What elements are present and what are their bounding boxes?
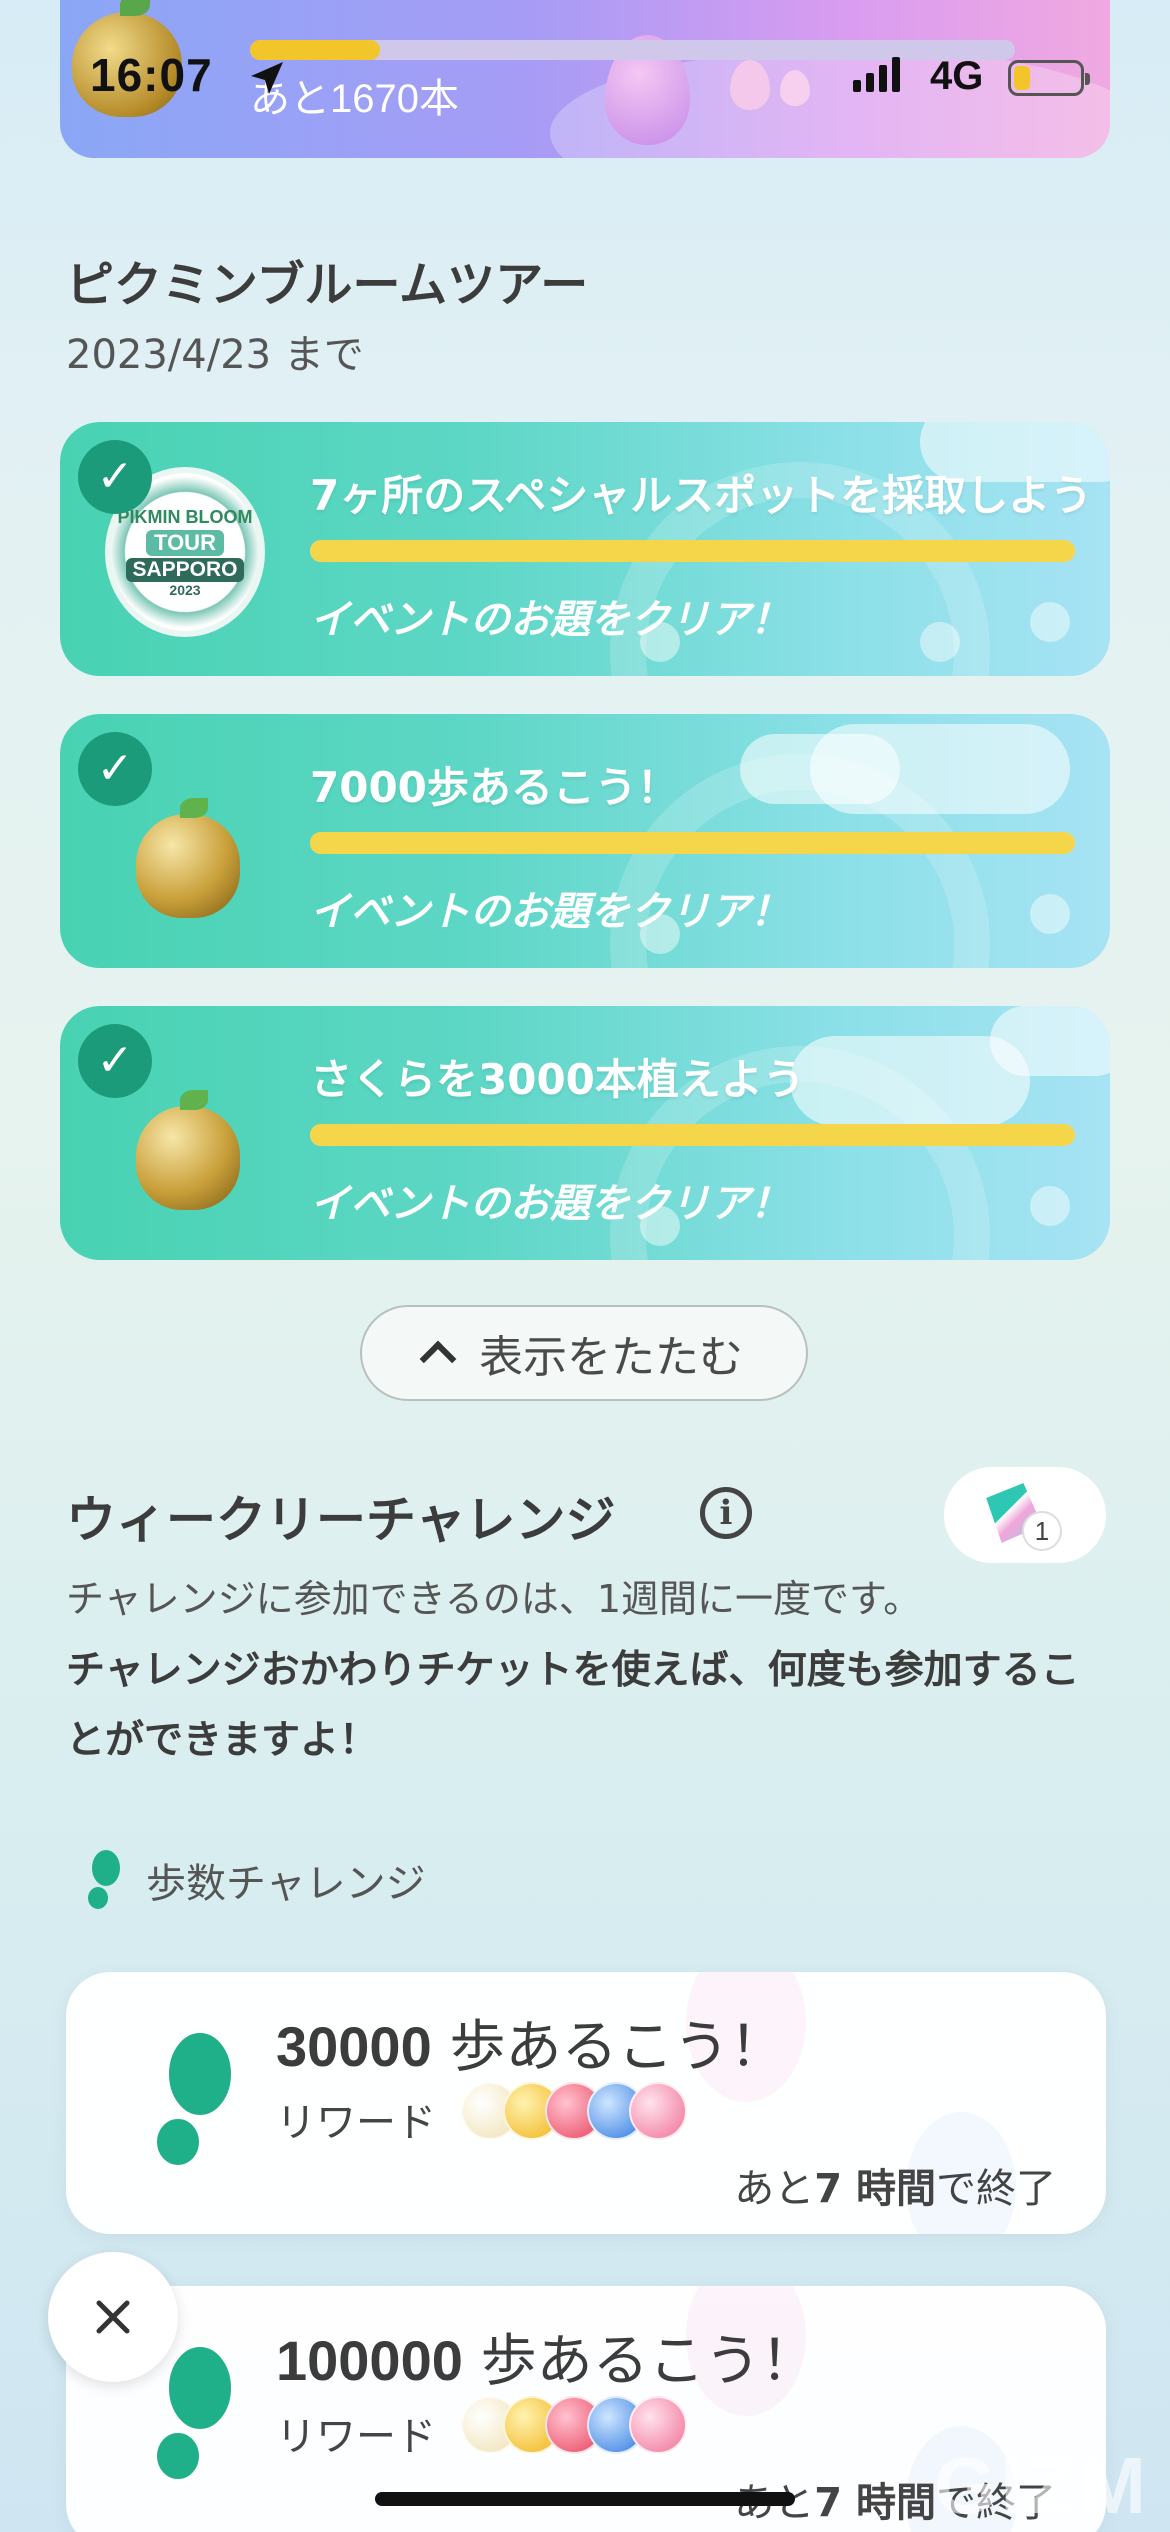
checkmark-icon: ✓ — [78, 440, 152, 514]
reward-gems — [461, 2082, 687, 2140]
refill-ticket-button[interactable]: 1 — [944, 1467, 1106, 1563]
weekly-description: チャレンジに参加できるのは、1週間に一度です。 — [66, 1577, 922, 1621]
event-status: イベントのお題をクリア！ — [310, 597, 790, 643]
time-prefix: あと — [734, 2166, 815, 2212]
challenge-title: 30000 歩あるこう！ — [276, 2002, 786, 2083]
reward-label: リワード — [276, 2414, 436, 2460]
challenge-suffix: 歩あるこう！ — [431, 2015, 786, 2080]
event-card[interactable]: ✓ 7000歩あるこう！ イベントのお題をクリア！ — [60, 714, 1110, 968]
checkmark-icon: ✓ — [78, 732, 152, 806]
location-arrow-icon — [251, 62, 283, 94]
status-time: 16:07 — [90, 49, 213, 101]
collapse-button[interactable]: 表示をたたむ — [360, 1305, 808, 1401]
time-value: 7 時間 — [814, 2166, 936, 2212]
close-button[interactable] — [48, 2252, 178, 2382]
badge-text: TOUR — [146, 529, 224, 556]
event-title: さくらを3000本植えよう — [310, 1055, 805, 1104]
time-left: あと7 時間で終了 — [734, 2156, 1056, 2214]
badge-text: SAPPORO — [126, 557, 244, 582]
nectar-heart-icon — [629, 2082, 687, 2140]
tour-title: ピクミンブルームツアー — [66, 257, 589, 313]
badge-text: 2023 — [169, 581, 201, 598]
collapse-button-label: 表示をたたむ — [479, 1332, 743, 1383]
golden-pot-icon — [136, 798, 240, 918]
event-status: イベントのお題をクリア！ — [310, 889, 790, 935]
easter-egg-icon — [780, 70, 810, 106]
weekly-challenge-title: ウィークリーチャレンジ — [66, 1491, 616, 1549]
golden-pot-icon — [136, 1090, 240, 1210]
chevron-up-icon — [419, 1340, 457, 1378]
watermark: GIZM — [934, 2441, 1150, 2530]
challenge-title: 100000 歩あるこう！ — [276, 2316, 817, 2397]
tour-deadline: 2023/4/23 まで — [66, 332, 364, 378]
signal-icon — [853, 56, 900, 92]
challenge-goal: 30000 — [276, 2015, 432, 2078]
time-value: 7 時間 — [814, 2480, 936, 2526]
event-card[interactable]: ✓ さくらを3000本植えよう イベントのお題をクリア！ — [60, 1006, 1110, 1260]
home-indicator[interactable] — [375, 2492, 795, 2506]
nectar-heart-icon — [629, 2396, 687, 2454]
checkmark-icon: ✓ — [78, 1024, 152, 1098]
event-progress-bar — [310, 1124, 1075, 1146]
reward-label: リワード — [276, 2100, 436, 2146]
event-title: 7ヶ所のスペシャルスポットを採取しよう — [310, 471, 1093, 520]
battery-icon — [1008, 60, 1090, 96]
banner-progress-fill — [250, 40, 381, 60]
challenge-suffix: 歩あるこう！ — [462, 2329, 817, 2394]
badge-text: PIKMIN BLOOM — [117, 506, 253, 527]
reward-gems — [461, 2396, 687, 2454]
event-progress-bar — [310, 540, 1075, 562]
challenge-goal: 100000 — [276, 2329, 463, 2392]
event-title: 7000歩あるこう！ — [310, 763, 679, 812]
event-status: イベントのお題をクリア！ — [310, 1181, 790, 1227]
event-card[interactable]: PIKMIN BLOOM TOUR SAPPORO 2023 ✓ 7ヶ所のスペシ… — [60, 422, 1110, 676]
weekly-bold-description: チャレンジおかわりチケットを使えば、何度も参加することができますよ！ — [66, 1648, 1080, 1763]
challenge-card[interactable]: 30000 歩あるこう！ リワード あと7 時間で終了 — [66, 1972, 1106, 2234]
ticket-count: 1 — [1022, 1511, 1062, 1551]
steps-category-label: 歩数チャレンジ — [146, 1861, 426, 1907]
footprint-icon — [88, 1850, 120, 1909]
close-icon — [96, 2300, 130, 2334]
network-label: 4G — [930, 54, 984, 98]
info-icon[interactable]: i — [700, 1487, 752, 1539]
event-progress-bar — [310, 832, 1075, 854]
steps-category-row: 歩数チャレンジ — [80, 1848, 426, 1912]
banner-progress-bar — [250, 40, 1015, 60]
footprint-icon — [151, 2027, 237, 2171]
time-suffix: で終了 — [936, 2166, 1056, 2212]
